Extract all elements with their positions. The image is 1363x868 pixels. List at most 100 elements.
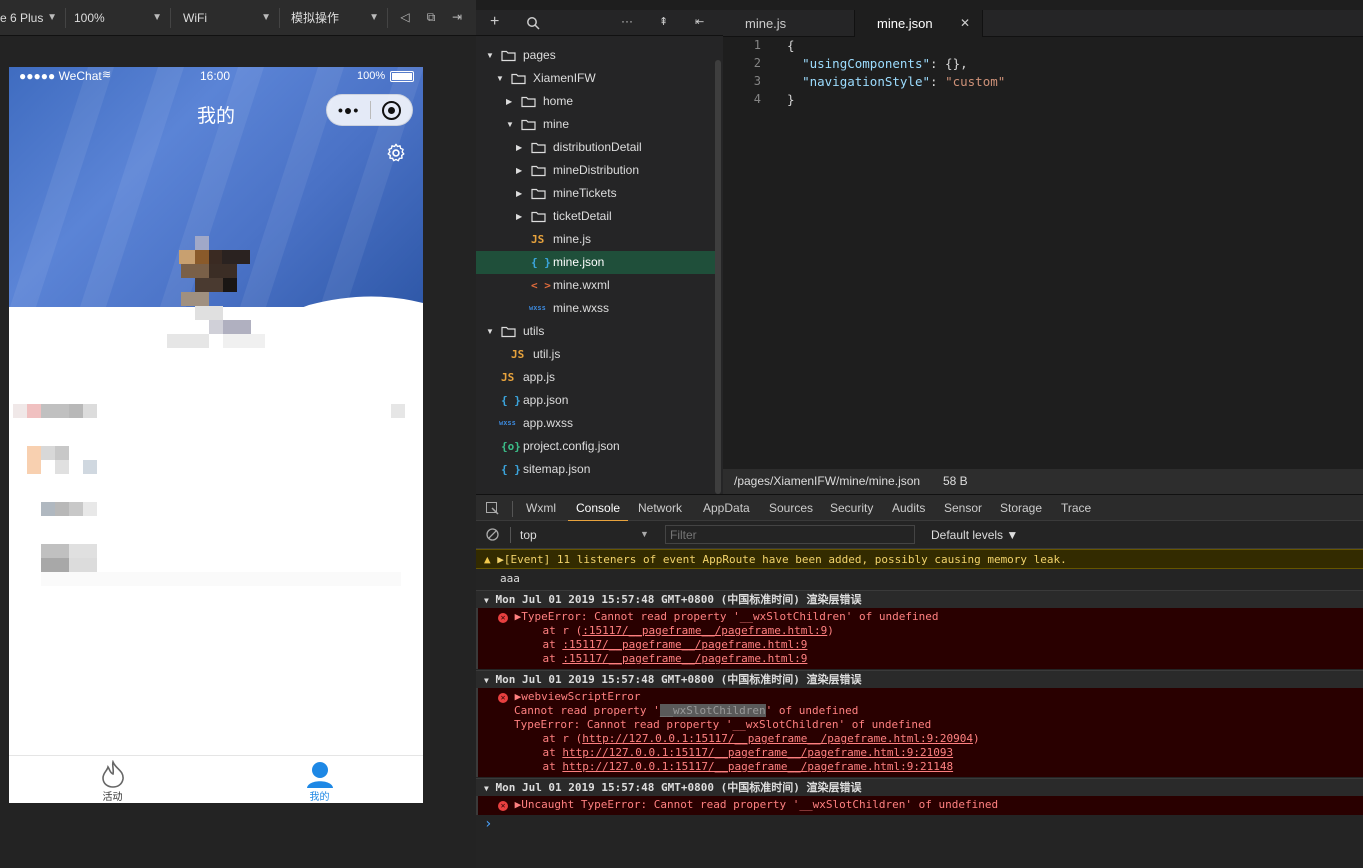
tab-sources[interactable]: Sources bbox=[769, 495, 813, 522]
collapse-icon[interactable]: ⇞ bbox=[659, 15, 668, 28]
expanded-triangle-icon[interactable]: ▼ bbox=[486, 44, 494, 67]
error-1-message[interactable]: ▶TypeError: Cannot read property '__wxSl… bbox=[515, 610, 939, 623]
code-line[interactable]: "navigationStyle": "custom" bbox=[787, 74, 1005, 89]
code-token: : {}, bbox=[930, 56, 968, 71]
tree-file[interactable]: < > mine.wxml bbox=[476, 274, 716, 297]
tree-folder[interactable]: ▶ mineTickets bbox=[476, 182, 716, 205]
stack-link[interactable]: http://127.0.0.1:15117/__pageframe__/pag… bbox=[562, 760, 953, 773]
simulator-toolbar: e 6 Plus ▼ 100% ▼ WiFi ▼ 模拟操作 ▼ ◁ ⧉ ⇥ bbox=[0, 0, 476, 36]
collapsed-triangle-icon[interactable]: ▶ bbox=[516, 205, 522, 228]
split-icon[interactable]: ⇤ bbox=[695, 15, 704, 28]
tree-folder[interactable]: ▼ pages bbox=[476, 44, 716, 67]
tab-sensor[interactable]: Sensor bbox=[944, 495, 982, 522]
more-icon[interactable]: •●• bbox=[338, 102, 359, 118]
tree-folder[interactable]: ▼ utils bbox=[476, 320, 716, 343]
folder-icon bbox=[501, 50, 516, 62]
console-prompt[interactable]: › bbox=[476, 817, 1363, 831]
code-editor[interactable]: 1 {2 "usingComponents": {}, 3 "navigationS… bbox=[723, 37, 1363, 469]
expanded-triangle-icon[interactable]: ▼ bbox=[496, 67, 504, 90]
stack-link[interactable]: http://127.0.0.1:15117/__pageframe__/pag… bbox=[562, 746, 953, 759]
folder-icon bbox=[531, 211, 546, 223]
tab-console[interactable]: Console bbox=[568, 495, 629, 522]
tab-trace[interactable]: Trace bbox=[1061, 495, 1091, 522]
collapsed-triangle-icon[interactable]: ▶ bbox=[506, 90, 512, 113]
console-filter-input[interactable] bbox=[665, 525, 915, 544]
tree-folder[interactable]: ▼ XiamenIFW bbox=[476, 67, 716, 90]
line-number: 3 bbox=[753, 74, 761, 88]
tree-scrollbar[interactable] bbox=[715, 60, 721, 494]
stack-link[interactable]: http://127.0.0.1:15117/__pageframe__/pag… bbox=[582, 732, 973, 745]
tree-file[interactable]: JS util.js bbox=[476, 343, 716, 366]
stack-suffix: ) bbox=[972, 732, 980, 745]
stack-link[interactable]: :15117/__pageframe__/pageframe.html:9 bbox=[582, 624, 827, 637]
detach-icon[interactable]: ⇥ bbox=[450, 10, 464, 24]
collapsed-triangle-icon[interactable]: ▶ bbox=[516, 182, 522, 205]
tab-audits[interactable]: Audits bbox=[892, 495, 925, 522]
zoom-select[interactable]: 100% ▼ bbox=[68, 8, 171, 28]
error-group-2[interactable]: ▼ Mon Jul 01 2019 15:57:48 GMT+0800 (中国标… bbox=[476, 670, 1363, 688]
tree-folder[interactable]: ▶ ticketDetail bbox=[476, 205, 716, 228]
folder-icon bbox=[521, 96, 536, 108]
folder-icon bbox=[521, 119, 536, 131]
close-icon[interactable]: ✕ bbox=[960, 10, 970, 37]
expanded-triangle-icon[interactable]: ▼ bbox=[486, 320, 494, 343]
error-group-1[interactable]: ▼ Mon Jul 01 2019 15:57:48 GMT+0800 (中国标… bbox=[476, 590, 1363, 608]
tree-file[interactable]: { } sitemap.json bbox=[476, 458, 716, 481]
tab-appdata[interactable]: AppData bbox=[703, 495, 750, 522]
tree-folder[interactable]: ▼ mine bbox=[476, 113, 716, 136]
tree-file[interactable]: wxss mine.wxss bbox=[476, 297, 716, 320]
tab-mine-js[interactable]: mine.js bbox=[723, 10, 855, 37]
console-filter-bar: top ▼ Default levels ▼ bbox=[476, 521, 1363, 549]
tab-mine-json-label: mine.json bbox=[877, 16, 933, 31]
operation-select[interactable]: 模拟操作 ▼ bbox=[285, 8, 388, 28]
context-select[interactable]: top bbox=[520, 528, 537, 542]
status-bar: ●●●●● WeChat ≋ 16:00 100% bbox=[9, 67, 423, 85]
error-group-3[interactable]: ▼ Mon Jul 01 2019 15:57:48 GMT+0800 (中国标… bbox=[476, 778, 1363, 796]
console-warning[interactable]: ▲ ▶[Event] 11 listeners of event AppRout… bbox=[476, 549, 1363, 569]
tab-network[interactable]: Network bbox=[638, 495, 682, 522]
code-line[interactable]: "usingComponents": {}, bbox=[787, 56, 968, 71]
tab-activity[interactable]: 活动 bbox=[9, 756, 216, 803]
network-select[interactable]: WiFi ▼ bbox=[177, 8, 280, 28]
code-line[interactable]: } bbox=[787, 92, 795, 107]
stack-link[interactable]: :15117/__pageframe__/pageframe.html:9 bbox=[562, 638, 807, 651]
tree-file[interactable]: JS app.js bbox=[476, 366, 716, 389]
stack-prefix: at bbox=[516, 746, 563, 759]
add-icon[interactable]: + bbox=[490, 13, 499, 31]
flame-icon bbox=[102, 760, 124, 788]
close-mini-program-icon[interactable] bbox=[382, 101, 401, 120]
config-file-icon: {o} bbox=[501, 440, 521, 453]
device-select[interactable]: e 6 Plus ▼ bbox=[0, 8, 66, 28]
expanded-triangle-icon[interactable]: ▼ bbox=[506, 113, 514, 136]
tab-mine-json[interactable]: mine.json ✕ bbox=[855, 10, 983, 37]
tab-security[interactable]: Security bbox=[830, 495, 873, 522]
collapsed-triangle-icon[interactable]: ▶ bbox=[516, 159, 522, 182]
tab-wxml[interactable]: Wxml bbox=[526, 495, 556, 522]
tree-file[interactable]: wxss app.wxss bbox=[476, 412, 716, 435]
tab-storage[interactable]: Storage bbox=[1000, 495, 1042, 522]
more-icon[interactable]: ··· bbox=[621, 14, 633, 28]
tab-bar: 活动 我的 bbox=[9, 755, 423, 803]
error-2-message[interactable]: ▶webviewScriptError bbox=[515, 690, 641, 703]
inspect-icon[interactable] bbox=[486, 502, 499, 515]
wifi-icon: ≋ bbox=[102, 69, 112, 81]
editor-tabs: mine.js mine.json ✕ bbox=[723, 10, 1363, 37]
tree-folder[interactable]: ▶ mineDistribution bbox=[476, 159, 716, 182]
error-3-message[interactable]: ▶Uncaught TypeError: Cannot read propert… bbox=[515, 798, 998, 811]
tree-folder[interactable]: ▶ distributionDetail bbox=[476, 136, 716, 159]
tree-folder[interactable]: ▶ home bbox=[476, 90, 716, 113]
tree-file[interactable]: { } mine.json bbox=[476, 251, 716, 274]
gear-icon[interactable] bbox=[385, 142, 407, 164]
log-levels-select[interactable]: Default levels ▼ bbox=[931, 528, 1018, 542]
collapsed-triangle-icon[interactable]: ▶ bbox=[516, 136, 522, 159]
stack-link[interactable]: :15117/__pageframe__/pageframe.html:9 bbox=[562, 652, 807, 665]
tree-file[interactable]: JS mine.js bbox=[476, 228, 716, 251]
code-line[interactable]: { bbox=[787, 38, 795, 53]
search-icon[interactable] bbox=[526, 16, 540, 30]
tab-mine[interactable]: 我的 bbox=[216, 756, 423, 803]
clear-console-icon[interactable] bbox=[486, 528, 499, 541]
volume-icon[interactable]: ◁ bbox=[398, 10, 412, 24]
tree-file[interactable]: {o} project.config.json bbox=[476, 435, 716, 458]
rotate-icon[interactable]: ⧉ bbox=[424, 10, 438, 24]
tree-file[interactable]: { } app.json bbox=[476, 389, 716, 412]
